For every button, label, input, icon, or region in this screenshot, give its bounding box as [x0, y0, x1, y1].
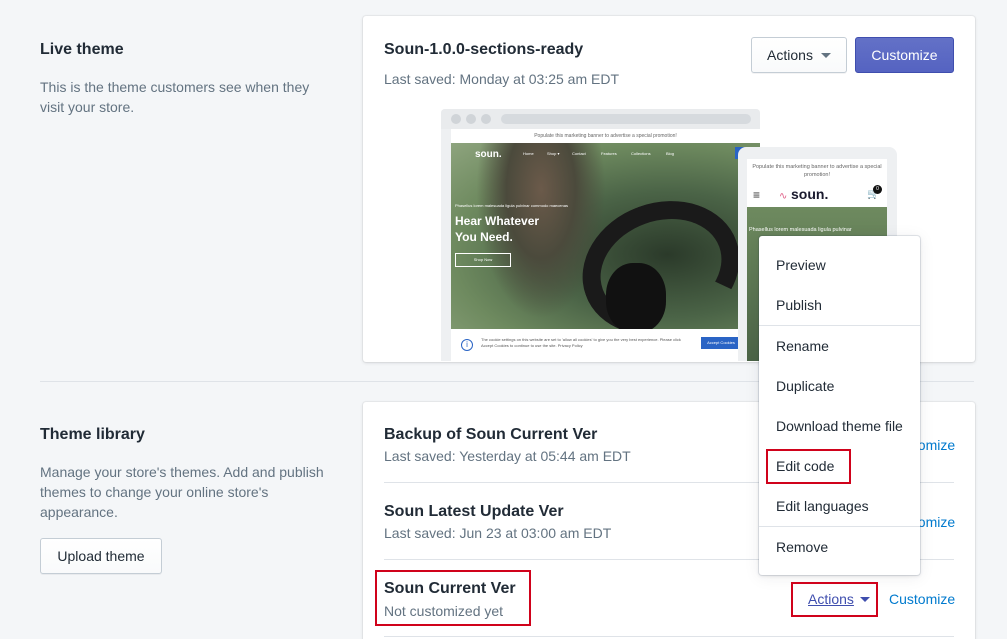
theme-last-saved: Last saved: Yesterday at 05:44 am EDT [384, 448, 631, 464]
actions-highlight [791, 582, 878, 617]
browser-bar [441, 109, 760, 129]
actions-dropdown-menu: Preview Publish Rename Duplicate Downloa… [759, 236, 920, 575]
live-theme-description: This is the theme customers see when the… [40, 79, 310, 115]
window-dot-icon [466, 114, 476, 124]
menu-item-rename[interactable]: Rename [776, 338, 829, 354]
headphone-cup-image [606, 263, 666, 329]
url-bar [501, 114, 751, 124]
hero-image: soun. Home Shop ▾ Contact Features Colle… [451, 143, 760, 329]
logo-wave-icon: ∿ [779, 191, 788, 202]
edit-code-highlight [766, 449, 851, 484]
customize-link[interactable]: Customize [889, 591, 955, 607]
promo-banner: Populate this marketing banner to advert… [534, 133, 677, 139]
theme-name: Backup of Soun Current Ver [384, 426, 598, 443]
storefront-preview: Populate this marketing banner to advert… [451, 129, 760, 361]
nav-item: Home [523, 151, 534, 156]
mobile-hero-text: Phasellus lorem malesuada ligula pulvina… [749, 227, 852, 233]
menu-item-edit-languages[interactable]: Edit languages [776, 498, 869, 514]
menu-item-duplicate[interactable]: Duplicate [776, 378, 834, 394]
row-divider [384, 636, 954, 637]
theme-library-description: Manage your store's themes. Add and publ… [40, 464, 324, 520]
hero-heading-line-1: Hear Whatever [455, 214, 540, 228]
mobile-nav: ≡ ∿ soun. 🛒 0 [747, 185, 887, 205]
cookie-text: The cookie settings on this website are … [481, 337, 681, 348]
nav-item: Contact [572, 151, 586, 156]
cart-count-badge: 0 [873, 185, 882, 194]
menu-item-download-theme-file[interactable]: Download theme file [776, 418, 903, 434]
nav-item: Shop ▾ [547, 151, 560, 156]
upload-theme-button[interactable]: Upload theme [40, 538, 162, 574]
shop-now-button: Shop Now [455, 253, 511, 267]
theme-library-heading: Theme library [40, 426, 145, 443]
live-theme-last-saved: Last saved: Monday at 03:25 am EDT [384, 71, 620, 87]
menu-item-preview[interactable]: Preview [776, 257, 826, 273]
actions-label: Actions [767, 47, 813, 63]
live-theme-actions-button[interactable]: Actions [751, 37, 847, 73]
nav-item: Features [601, 151, 617, 156]
live-theme-name: Soun-1.0.0-sections-ready [384, 41, 584, 58]
desktop-preview: Populate this marketing banner to advert… [441, 109, 760, 361]
cookie-banner: i The cookie settings on this website ar… [451, 329, 760, 361]
menu-divider [759, 526, 920, 527]
mobile-store-logo: soun. [791, 186, 829, 202]
hero-subtext: Phasellus lorem malesuada ligula pulvina… [455, 203, 568, 208]
nav-item: Blog [666, 151, 675, 156]
menu-item-publish[interactable]: Publish [776, 297, 822, 313]
hero-heading-line-2: You Need. [455, 230, 513, 244]
info-icon: i [461, 339, 473, 351]
chevron-down-icon [820, 52, 831, 58]
window-dot-icon [481, 114, 491, 124]
menu-divider [759, 325, 920, 326]
menu-item-remove[interactable]: Remove [776, 539, 828, 555]
store-logo: soun. [475, 149, 502, 160]
current-theme-highlight [375, 570, 531, 626]
window-dot-icon [451, 114, 461, 124]
mobile-promo-banner: Populate this marketing banner to advert… [752, 164, 882, 178]
theme-last-saved: Last saved: Jun 23 at 03:00 am EDT [384, 525, 612, 541]
accept-cookies-button: Accept Cookies [701, 337, 741, 349]
live-theme-heading: Live theme [40, 41, 124, 58]
hamburger-menu-icon: ≡ [753, 188, 761, 202]
hero-heading: Hear Whatever You Need. [455, 213, 539, 245]
nav-item: Collections [631, 151, 651, 156]
theme-name: Soun Latest Update Ver [384, 503, 564, 520]
live-theme-customize-button[interactable]: Customize [855, 37, 954, 73]
